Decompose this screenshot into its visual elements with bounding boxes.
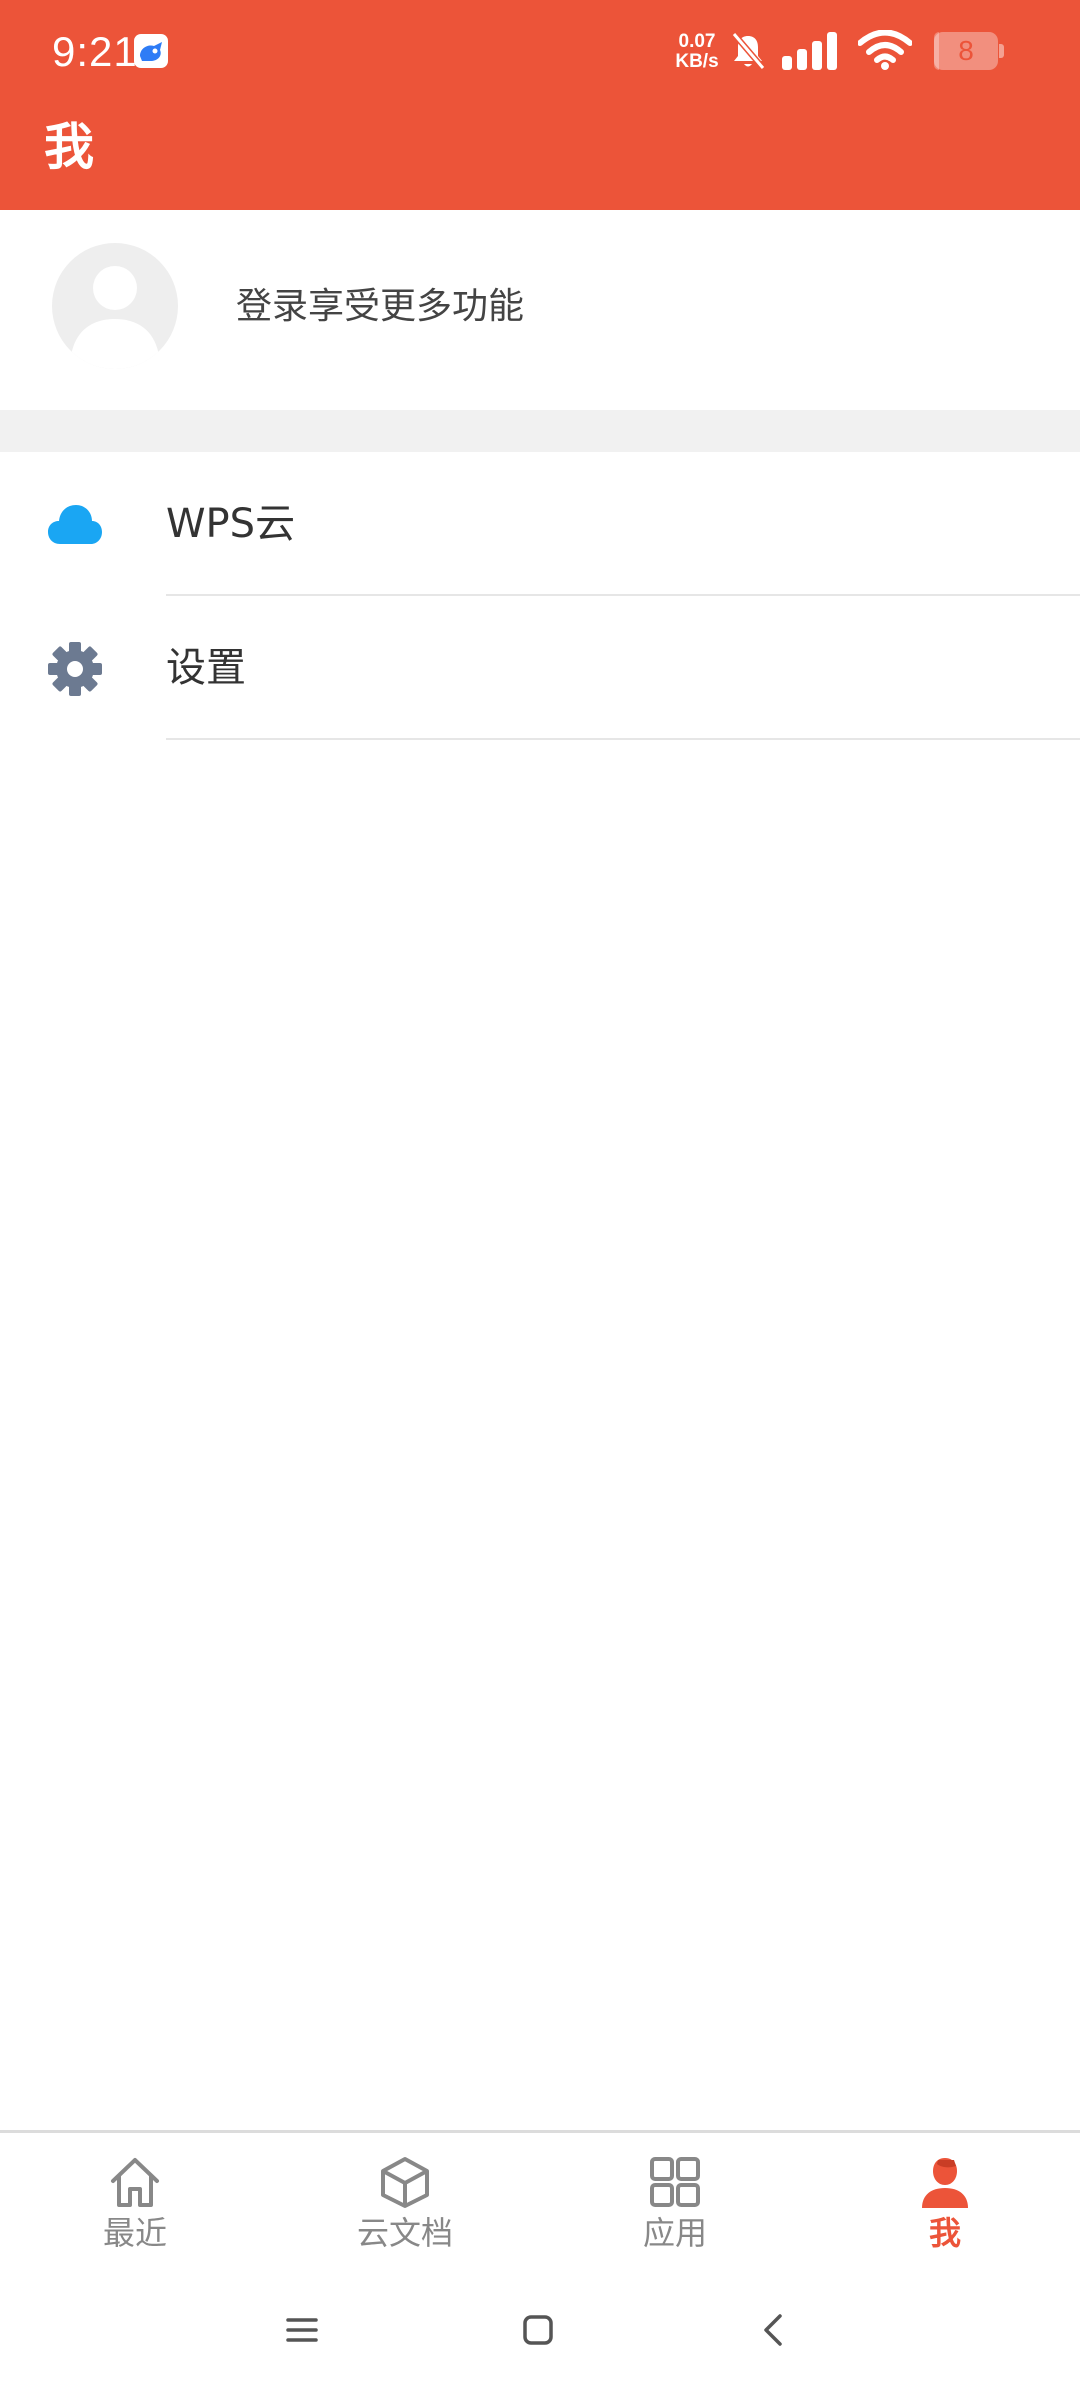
menu-item-label: WPS云 bbox=[166, 501, 296, 547]
recents-icon[interactable] bbox=[272, 2300, 332, 2360]
app-header: 9:21 0.07 KB/s 8 我 bbox=[0, 0, 1080, 210]
notification-app-icon bbox=[134, 34, 168, 68]
network-speed-unit: KB/s bbox=[675, 51, 719, 72]
status-time: 9:21 bbox=[52, 28, 138, 75]
nav-tab-label: 我 bbox=[928, 2214, 961, 2252]
grid-icon bbox=[648, 2155, 702, 2209]
nav-tab-label: 云文档 bbox=[356, 2214, 453, 2252]
menu-divider bbox=[166, 738, 1080, 740]
nav-tab-apps[interactable]: 应用 bbox=[540, 2133, 810, 2260]
avatar-placeholder-icon bbox=[70, 266, 160, 369]
section-divider bbox=[0, 410, 1080, 452]
battery-indicator: 8 bbox=[934, 32, 998, 70]
status-bar: 9:21 0.07 KB/s 8 bbox=[0, 0, 1080, 104]
network-speed: 0.07 KB/s bbox=[670, 32, 724, 72]
nav-tab-label: 最近 bbox=[102, 2214, 167, 2252]
back-icon[interactable] bbox=[744, 2300, 804, 2360]
login-profile-row[interactable]: 登录享受更多功能 bbox=[0, 210, 1080, 410]
system-nav-bar bbox=[0, 2260, 1080, 2400]
avatar[interactable] bbox=[52, 243, 178, 369]
login-prompt[interactable]: 登录享受更多功能 bbox=[236, 282, 524, 332]
battery-cap bbox=[999, 44, 1004, 58]
cloud-icon bbox=[46, 496, 104, 554]
menu-item-wps-cloud[interactable]: WPS云 bbox=[0, 452, 1080, 596]
home-icon bbox=[108, 2155, 162, 2209]
nav-tab-cloud-docs[interactable]: 云文档 bbox=[270, 2133, 540, 2260]
nav-tab-label: 应用 bbox=[642, 2214, 707, 2252]
home-button-icon[interactable] bbox=[508, 2300, 568, 2360]
battery-percent: 8 bbox=[958, 35, 974, 66]
nav-tab-recent[interactable]: 最近 bbox=[0, 2133, 270, 2260]
menu-item-settings[interactable]: 设置 bbox=[0, 596, 1080, 740]
cube-icon bbox=[378, 2155, 432, 2209]
gear-icon bbox=[46, 640, 104, 698]
signal-icon bbox=[782, 32, 842, 74]
user-icon bbox=[918, 2155, 972, 2209]
menu-item-label: 设置 bbox=[166, 645, 246, 691]
bottom-nav: 最近 云文档 应用 我 bbox=[0, 2130, 1080, 2260]
wifi-icon bbox=[857, 29, 913, 74]
bell-muted-icon bbox=[728, 30, 768, 76]
network-speed-value: 0.07 bbox=[678, 31, 716, 52]
nav-tab-me[interactable]: 我 bbox=[810, 2133, 1080, 2260]
page-title: 我 bbox=[44, 118, 94, 176]
